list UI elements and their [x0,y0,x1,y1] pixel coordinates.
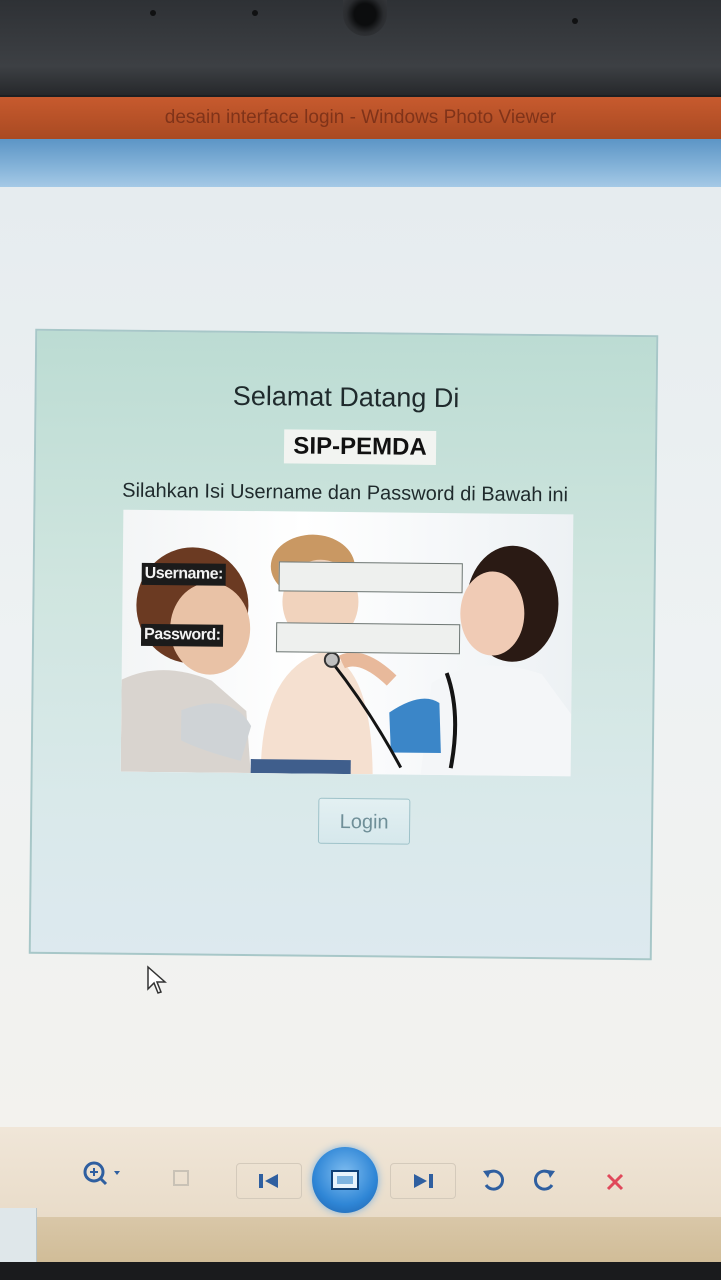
viewer-toolbar [0,1127,721,1217]
username-label: Username: [141,562,227,586]
mouse-pointer-icon [147,965,167,994]
rotate-right-icon[interactable] [530,1165,560,1195]
rotate-left-icon[interactable] [478,1165,508,1195]
webcam [343,0,387,36]
username-input[interactable] [278,561,463,594]
delete-icon[interactable] [600,1167,630,1197]
previous-icon[interactable] [236,1163,302,1199]
slideshow-icon[interactable] [312,1147,378,1213]
password-label: Password: [140,623,224,647]
app-name: SIP-PEMDA [283,429,437,465]
bezel-dot [150,10,156,16]
instruction-text: Silahkan Isi Username dan Password di Ba… [122,479,569,507]
actual-size-icon[interactable] [164,1163,198,1193]
taskbar-left-item[interactable] [0,1208,37,1266]
password-input[interactable] [275,622,461,655]
login-panel-image: Selamat Datang Di SIP-PEMDA Silahkan Isi… [28,328,659,961]
monitor-bezel [0,0,721,95]
window-menu-band [0,139,721,187]
window-titlebar[interactable]: desain interface login - Windows Photo V… [0,97,721,139]
next-icon[interactable] [390,1163,456,1199]
monitor-bezel-bottom [0,1262,721,1280]
zoom-icon[interactable] [78,1157,128,1191]
window-title: desain interface login - Windows Photo V… [164,107,557,128]
welcome-heading: Selamat Datang Di [232,380,460,414]
bezel-dot [252,10,258,16]
login-button[interactable]: Login [317,797,411,845]
bezel-dot [572,18,578,24]
